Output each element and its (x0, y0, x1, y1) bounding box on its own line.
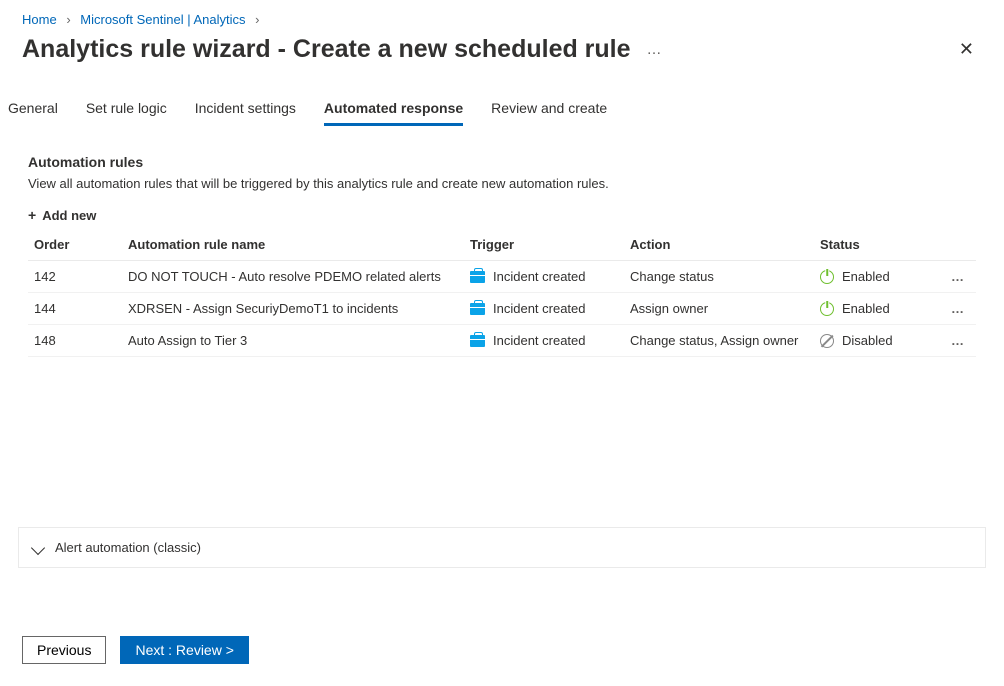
tab-general[interactable]: General (8, 94, 58, 126)
power-on-icon (820, 302, 834, 316)
cell-name: Auto Assign to Tier 3 (128, 333, 470, 348)
cell-order: 142 (28, 269, 128, 284)
add-new-label: Add new (42, 208, 96, 223)
cell-status: Enabled (842, 269, 890, 284)
row-more-icon[interactable]: … (940, 269, 976, 284)
table-row[interactable]: 142DO NOT TOUCH - Auto resolve PDEMO rel… (28, 261, 976, 293)
accordion-label: Alert automation (classic) (55, 540, 201, 555)
tab-rule-logic[interactable]: Set rule logic (86, 94, 167, 126)
breadcrumb: Home › Microsoft Sentinel | Analytics › (0, 0, 1004, 27)
disabled-icon (820, 334, 834, 348)
table-row[interactable]: 144XDRSEN - Assign SecuriyDemoT1 to inci… (28, 293, 976, 325)
col-trigger: Trigger (470, 237, 630, 252)
table-header: Order Automation rule name Trigger Actio… (28, 231, 976, 261)
table-row[interactable]: 148Auto Assign to Tier 3 Incident created… (28, 325, 976, 357)
cell-status: Enabled (842, 301, 890, 316)
breadcrumb-home[interactable]: Home (22, 12, 57, 27)
tab-automated-response[interactable]: Automated response (324, 94, 463, 126)
chevron-right-icon: › (255, 12, 259, 27)
breadcrumb-sentinel[interactable]: Microsoft Sentinel | Analytics (80, 12, 245, 27)
col-status: Status (820, 237, 940, 252)
cell-action: Assign owner (630, 301, 820, 316)
add-new-button[interactable]: + Add new (28, 207, 96, 223)
row-more-icon[interactable]: … (940, 301, 976, 316)
next-review-button[interactable]: Next : Review > (120, 636, 248, 664)
col-order: Order (28, 237, 128, 252)
tab-incident-settings[interactable]: Incident settings (195, 94, 296, 126)
plus-icon: + (28, 207, 36, 223)
cell-action: Change status (630, 269, 820, 284)
page-title: Analytics rule wizard - Create a new sch… (22, 35, 631, 64)
cell-order: 148 (28, 333, 128, 348)
cell-status: Disabled (842, 333, 893, 348)
section-heading: Automation rules (28, 154, 976, 170)
col-action: Action (630, 237, 820, 252)
section-description: View all automation rules that will be t… (28, 176, 976, 191)
power-on-icon (820, 270, 834, 284)
cell-name: DO NOT TOUCH - Auto resolve PDEMO relate… (128, 269, 470, 284)
chevron-down-icon (31, 540, 45, 554)
briefcase-icon (470, 335, 485, 347)
row-more-icon[interactable]: … (940, 333, 976, 348)
cell-order: 144 (28, 301, 128, 316)
tab-review-create[interactable]: Review and create (491, 94, 607, 126)
chevron-right-icon: › (66, 12, 70, 27)
cell-trigger: Incident created (493, 269, 586, 284)
briefcase-icon (470, 271, 485, 283)
title-more-icon[interactable]: … (647, 41, 664, 58)
cell-trigger: Incident created (493, 333, 586, 348)
tabs: General Set rule logic Incident settings… (0, 64, 1004, 126)
cell-action: Change status, Assign owner (630, 333, 820, 348)
previous-button[interactable]: Previous (22, 636, 106, 664)
close-icon[interactable]: ✕ (951, 35, 982, 64)
cell-name: XDRSEN - Assign SecuriyDemoT1 to inciden… (128, 301, 470, 316)
cell-trigger: Incident created (493, 301, 586, 316)
col-name: Automation rule name (128, 237, 470, 252)
briefcase-icon (470, 303, 485, 315)
alert-automation-classic-accordion[interactable]: Alert automation (classic) (18, 527, 986, 568)
